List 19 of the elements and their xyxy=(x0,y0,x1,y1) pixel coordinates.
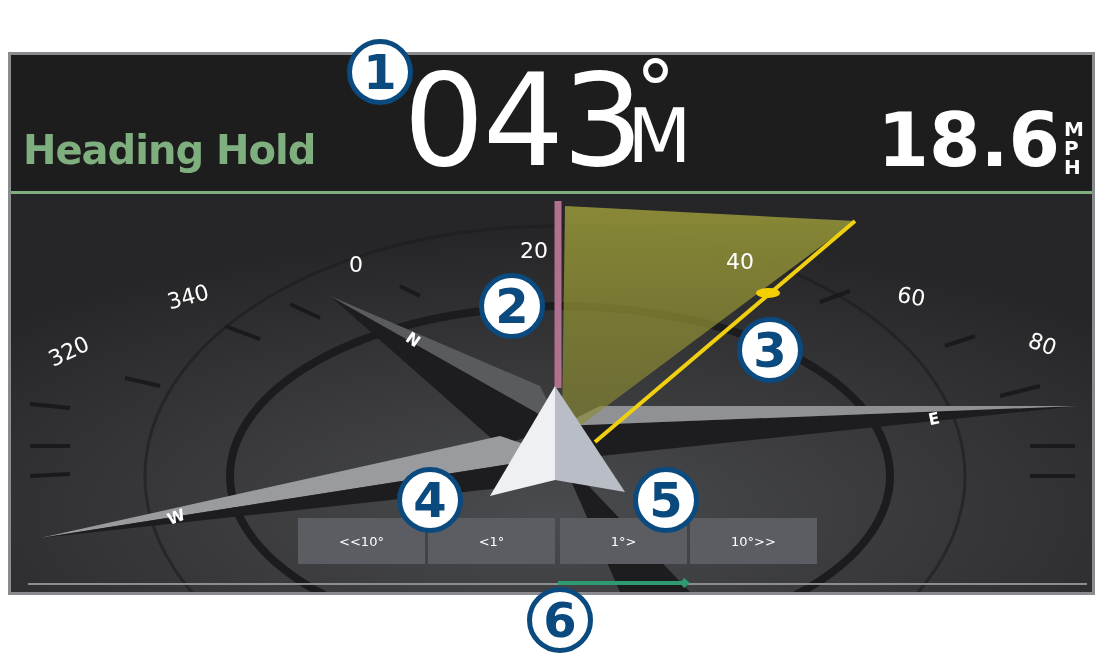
scale-label: 20 xyxy=(520,238,548,263)
cardinal-letter: N xyxy=(402,327,425,352)
mode-label: Heading Hold xyxy=(23,127,317,175)
speed-value: 18.6 xyxy=(877,103,1060,185)
steer-button[interactable]: <<10° xyxy=(298,518,425,564)
callout-number: 1 xyxy=(347,39,413,105)
scale-label: 340 xyxy=(164,279,212,315)
scale-label: 0 xyxy=(349,252,363,277)
scale-label: 80 xyxy=(1025,327,1060,361)
scale-label: 40 xyxy=(726,249,754,274)
scale-label: 320 xyxy=(44,331,94,372)
scale-label: 60 xyxy=(895,281,928,312)
cardinal-letter: W xyxy=(164,504,188,529)
callout-number: 6 xyxy=(527,587,593,653)
speed-unit: MPH xyxy=(1064,120,1080,181)
steer-button[interactable]: 10°>> xyxy=(690,518,817,564)
steer-button[interactable]: <1° xyxy=(428,518,555,564)
steer-button[interactable]: 1°> xyxy=(560,518,687,564)
cardinal-letter: E xyxy=(926,408,942,430)
